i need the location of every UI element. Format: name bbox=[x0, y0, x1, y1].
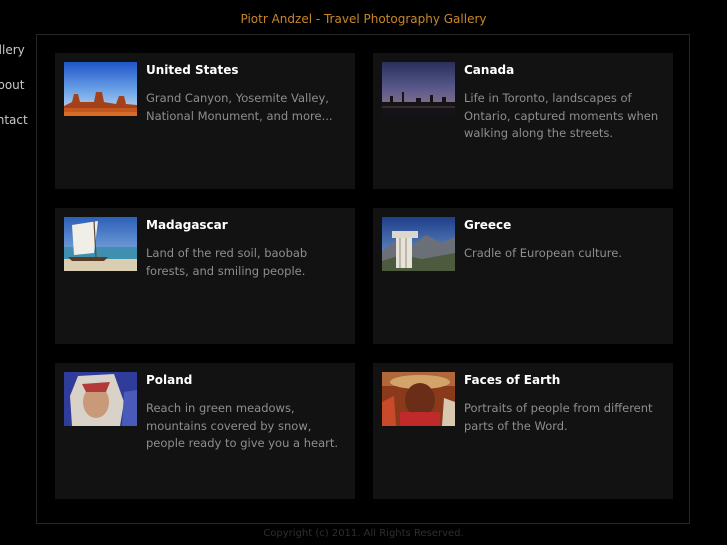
gallery-title[interactable]: Canada bbox=[464, 63, 514, 77]
gallery-description: Reach in green meadows, mountains covere… bbox=[146, 401, 339, 450]
thumbnail-madagascar[interactable] bbox=[64, 217, 137, 271]
gallery-description: Portraits of people from different parts… bbox=[464, 401, 653, 433]
thumbnail-faces-of-earth[interactable] bbox=[382, 372, 455, 426]
thumbnail-united-states[interactable] bbox=[64, 62, 137, 116]
gallery-description: Grand Canyon, Yosemite Valley, National … bbox=[146, 91, 333, 123]
gallery-description: Cradle of European culture. bbox=[464, 246, 623, 260]
nav-item-contact[interactable]: Contact bbox=[0, 113, 28, 127]
gallery-card-canada[interactable]: Canada Life in Toronto, landscapes of On… bbox=[373, 53, 673, 189]
gallery-card-greece[interactable]: Greece Cradle of European culture. bbox=[373, 208, 673, 344]
nav-item-gallery[interactable]: Gallery bbox=[0, 43, 25, 57]
gallery-title[interactable]: Faces of Earth bbox=[464, 373, 560, 387]
gallery-card-faces-of-earth[interactable]: Faces of Earth Portraits of people from … bbox=[373, 363, 673, 499]
footer-copyright: Copyright (c) 2011. All Rights Reserved. bbox=[263, 528, 464, 539]
gallery-title[interactable]: Madagascar bbox=[146, 218, 228, 232]
nav-item-about[interactable]: About bbox=[0, 78, 24, 92]
gallery-title[interactable]: Poland bbox=[146, 373, 192, 387]
gallery-title[interactable]: Greece bbox=[464, 218, 511, 232]
thumbnail-canada[interactable] bbox=[382, 62, 455, 116]
gallery-description: Land of the red soil, baobab forests, an… bbox=[146, 246, 308, 278]
thumbnail-poland[interactable] bbox=[64, 372, 137, 426]
gallery-description: Life in Toronto, landscapes of Ontario, … bbox=[464, 91, 659, 140]
gallery-card-poland[interactable]: Poland Reach in green meadows, mountains… bbox=[55, 363, 355, 499]
gallery-card-united-states[interactable]: United States Grand Canyon, Yosemite Val… bbox=[55, 53, 355, 189]
site-title: Piotr Andzel - Travel Photography Galler… bbox=[240, 12, 487, 26]
gallery-title[interactable]: United States bbox=[146, 63, 239, 77]
thumbnail-greece[interactable] bbox=[382, 217, 455, 271]
page: Piotr Andzel - Travel Photography Galler… bbox=[0, 0, 727, 545]
gallery-card-madagascar[interactable]: Madagascar Land of the red soil, baobab … bbox=[55, 208, 355, 344]
